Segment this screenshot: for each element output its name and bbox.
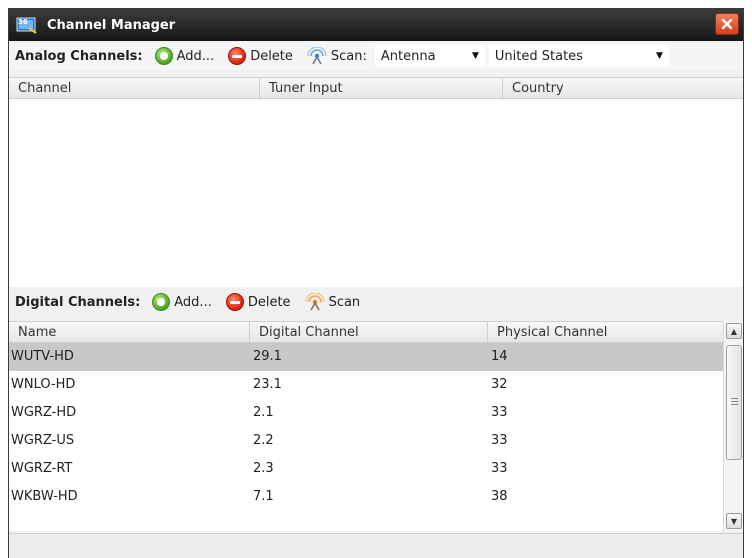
table-row[interactable]: WGRZ-HD 2.1 33 (9, 399, 723, 427)
digital-scan-button[interactable]: Scan (304, 293, 361, 311)
close-icon (721, 18, 733, 30)
digital-toolbar: Digital Channels: Add... Delete Scan (9, 288, 743, 316)
scan-antenna-icon (307, 47, 327, 65)
close-button[interactable] (715, 13, 739, 35)
scan-source-value: Antenna (380, 48, 436, 64)
analog-delete-button[interactable]: Delete (228, 47, 293, 65)
digital-channel-cell: 2.3 (253, 461, 274, 476)
scan-antenna-icon (304, 293, 325, 311)
channel-name-cell: WGRZ-RT (11, 461, 73, 476)
physical-channel-cell: 14 (491, 349, 508, 364)
digital-scan-label: Scan (328, 294, 361, 310)
svg-text:36: 36 (18, 18, 28, 26)
digital-channel-cell: 2.2 (253, 433, 274, 448)
digital-channel-list[interactable]: WUTV-HD 29.1 14 WNLO-HD 23.1 32 WGRZ-HD 2.1 33 WG… (9, 343, 723, 531)
physical-channel-cell: 38 (491, 489, 508, 504)
digital-channel-cell: 29.1 (253, 349, 282, 364)
title-bar[interactable]: 36 Channel Manager (9, 9, 743, 41)
chevron-down-icon: ▼ (655, 51, 663, 61)
delete-icon (228, 47, 247, 65)
digital-channel-cell: 2.1 (253, 405, 274, 420)
analog-add-label: Add... (176, 48, 215, 64)
scroll-up-button[interactable]: ▲ (726, 323, 742, 339)
channel-name-cell: WUTV-HD (11, 349, 74, 364)
analog-scan-button[interactable]: Scan: (307, 47, 367, 65)
channel-name-cell: WKBW-HD (11, 489, 78, 504)
add-icon (152, 293, 171, 311)
column-header-channel[interactable]: Channel (9, 78, 259, 99)
channel-name-cell: WNLO-HD (11, 377, 76, 392)
channel-manager-window: 36 Channel Manager Analog Channels: Add.… (8, 8, 744, 558)
analog-add-button[interactable]: Add... (154, 47, 215, 65)
channel-name-cell: WGRZ-US (11, 433, 75, 448)
column-header-tuner-input[interactable]: Tuner Input (259, 78, 502, 99)
digital-grid-header: Name Digital Channel Physical Channel (9, 321, 743, 343)
digital-add-button[interactable]: Add... (152, 293, 212, 311)
window-title: Channel Manager (47, 17, 176, 33)
delete-icon (225, 293, 244, 311)
digital-delete-label: Delete (247, 294, 291, 310)
add-icon (154, 47, 173, 65)
digital-channels-label: Digital Channels: (15, 294, 141, 310)
digital-add-label: Add... (174, 294, 212, 310)
digital-channel-cell: 23.1 (253, 377, 282, 392)
channel-manager-icon: 36 (16, 15, 38, 35)
scroll-down-button[interactable]: ▼ (726, 513, 742, 529)
analog-toolbar: Analog Channels: Add... Delete Scan: Ant… (9, 42, 743, 70)
analog-channels-label: Analog Channels: (15, 48, 143, 64)
physical-channel-cell: 32 (491, 377, 508, 392)
channel-name-cell: WGRZ-HD (11, 405, 77, 420)
digital-list-scrollbar[interactable]: ▲ ▼ (723, 321, 743, 532)
scan-source-select[interactable]: Antenna ▼ (374, 45, 485, 67)
analog-channel-list[interactable] (9, 99, 743, 287)
scrollbar-thumb[interactable] (726, 345, 742, 460)
analog-grid-header: Channel Tuner Input Country (9, 77, 743, 99)
column-header-name[interactable]: Name (9, 322, 249, 343)
digital-delete-button[interactable]: Delete (225, 293, 291, 311)
country-value: United States (494, 48, 583, 64)
status-bar (9, 533, 743, 558)
physical-channel-cell: 33 (491, 405, 508, 420)
column-header-country[interactable]: Country (502, 78, 743, 99)
chevron-down-icon: ▼ (471, 51, 479, 61)
physical-channel-cell: 33 (491, 461, 508, 476)
table-row[interactable]: WGRZ-RT 2.3 33 (9, 455, 723, 483)
column-header-physical-channel[interactable]: Physical Channel (487, 322, 723, 343)
digital-channel-cell: 7.1 (253, 489, 274, 504)
country-select[interactable]: United States ▼ (488, 45, 669, 67)
table-row[interactable]: WKBW-HD 7.1 38 (9, 483, 723, 511)
table-row[interactable]: WGRZ-US 2.2 33 (9, 427, 723, 455)
table-row[interactable]: WUTV-HD 29.1 14 (9, 343, 723, 371)
analog-scan-label: Scan: (330, 48, 367, 64)
column-header-digital-channel[interactable]: Digital Channel (249, 322, 487, 343)
table-row[interactable]: WNLO-HD 23.1 32 (9, 371, 723, 399)
physical-channel-cell: 33 (491, 433, 508, 448)
analog-delete-label: Delete (250, 48, 293, 64)
